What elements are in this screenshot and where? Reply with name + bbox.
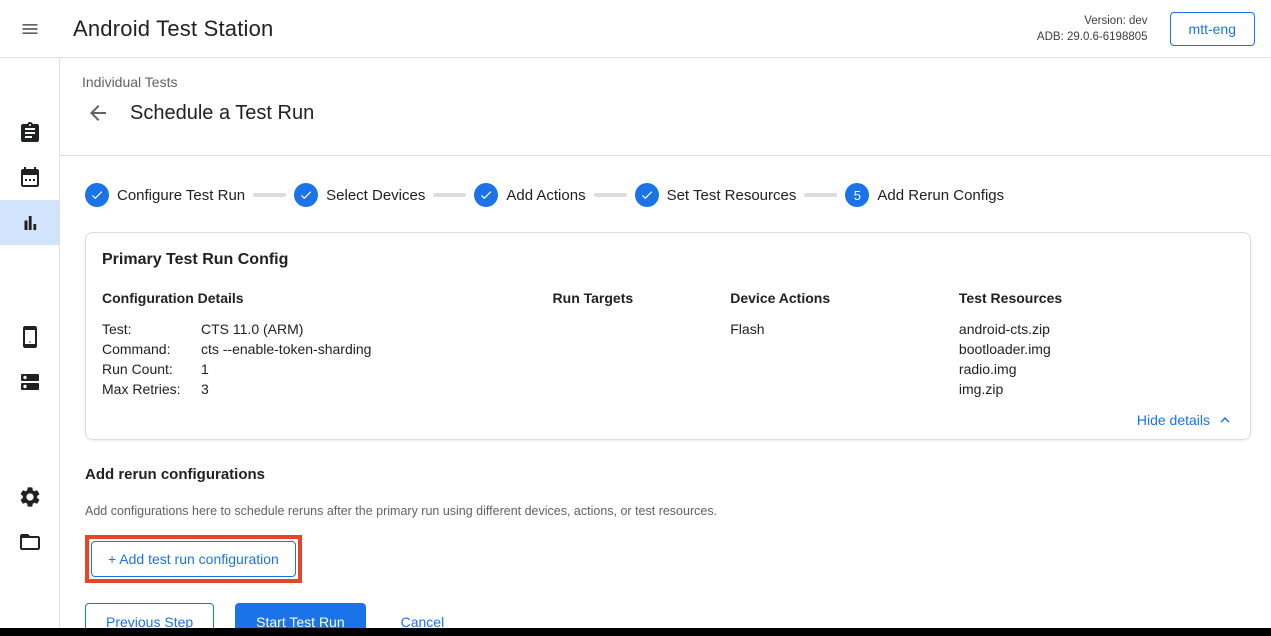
- device-actions-column: Device Actions Flash: [730, 290, 959, 399]
- chevron-up-icon: [1216, 411, 1234, 429]
- config-value: cts --enable-token-sharding: [201, 339, 553, 359]
- config-label: Test:: [102, 319, 201, 339]
- rerun-section-description: Add configurations here to schedule reru…: [85, 504, 1251, 518]
- sidebar-nav: [0, 58, 60, 628]
- step-done-badge: [294, 183, 318, 207]
- breadcrumb: Individual Tests: [82, 74, 1271, 90]
- config-row-test: Test: CTS 11.0 (ARM): [102, 319, 553, 339]
- version-line: Version: dev: [1037, 13, 1148, 29]
- step-connector: [594, 193, 627, 197]
- gear-icon: [18, 485, 42, 509]
- step-add-actions[interactable]: Add Actions: [474, 183, 585, 207]
- add-test-run-configuration-button[interactable]: + Add test run configuration: [91, 541, 296, 577]
- storage-icon: [18, 370, 42, 394]
- sidebar-item-test-plans[interactable]: [0, 155, 60, 200]
- step-label: Configure Test Run: [117, 187, 245, 204]
- run-targets-column: Run Targets: [553, 290, 731, 399]
- step-done-badge: [85, 183, 109, 207]
- sidebar-item-settings[interactable]: [0, 474, 60, 519]
- config-row-command: Command: cts --enable-token-sharding: [102, 339, 553, 359]
- config-label: Command:: [102, 339, 201, 359]
- config-value: 1: [201, 359, 553, 379]
- card-title: Primary Test Run Config: [102, 251, 1234, 269]
- page-header: Individual Tests Schedule a Test Run: [60, 58, 1271, 156]
- column-header: Configuration Details: [102, 290, 553, 306]
- step-label: Select Devices: [326, 187, 425, 204]
- step-connector: [433, 193, 466, 197]
- hide-details-label: Hide details: [1137, 412, 1210, 428]
- step-configure-test-run[interactable]: Configure Test Run: [85, 183, 245, 207]
- column-header: Run Targets: [553, 290, 731, 306]
- column-header: Test Resources: [959, 290, 1234, 306]
- config-row-run-count: Run Count: 1: [102, 359, 553, 379]
- test-resource-item: bootloader.img: [959, 339, 1234, 359]
- sidebar-item-hosts[interactable]: [0, 359, 60, 404]
- step-label: Set Test Resources: [667, 187, 797, 204]
- check-icon: [299, 188, 313, 202]
- step-label: Add Actions: [506, 187, 585, 204]
- clipboard-icon: [18, 121, 42, 145]
- sidebar-item-file-browser[interactable]: [0, 519, 60, 564]
- bottom-edge-bar: [0, 628, 1271, 636]
- column-header: Device Actions: [730, 290, 959, 306]
- config-value: CTS 11.0 (ARM): [201, 319, 553, 339]
- sidebar-item-test-runs[interactable]: [0, 200, 60, 245]
- check-icon: [640, 188, 654, 202]
- page-title: Schedule a Test Run: [130, 102, 314, 125]
- version-info: Version: dev ADB: 29.0.6-6198805: [1037, 13, 1148, 45]
- smartphone-icon: [18, 325, 42, 349]
- adb-version-line: ADB: 29.0.6-6198805: [1037, 29, 1148, 45]
- config-label: Max Retries:: [102, 379, 201, 399]
- calendar-icon: [18, 166, 42, 190]
- step-select-devices[interactable]: Select Devices: [294, 183, 425, 207]
- sidebar-item-devices[interactable]: [0, 314, 60, 359]
- step-label: Add Rerun Configs: [877, 187, 1004, 204]
- hamburger-menu-button[interactable]: [0, 0, 60, 58]
- step-number-badge: 5: [845, 183, 869, 207]
- sidebar-item-tests[interactable]: [0, 110, 60, 155]
- step-set-test-resources[interactable]: Set Test Resources: [635, 183, 797, 207]
- test-resource-item: img.zip: [959, 379, 1234, 399]
- check-icon: [479, 188, 493, 202]
- step-connector: [804, 193, 837, 197]
- config-row-max-retries: Max Retries: 3: [102, 379, 553, 399]
- app-bar: Android Test Station Version: dev ADB: 2…: [0, 0, 1271, 58]
- step-connector: [253, 193, 286, 197]
- config-label: Run Count:: [102, 359, 201, 379]
- hide-details-button[interactable]: Hide details: [1137, 411, 1234, 429]
- bar-chart-icon: [18, 211, 42, 235]
- folder-icon: [18, 530, 42, 554]
- step-add-rerun-configs[interactable]: 5 Add Rerun Configs: [845, 183, 1004, 207]
- hamburger-icon: [20, 19, 40, 39]
- arrow-back-icon: [86, 101, 110, 125]
- back-button[interactable]: [84, 99, 112, 127]
- step-done-badge: [635, 183, 659, 207]
- account-button[interactable]: mtt-eng: [1170, 12, 1255, 46]
- configuration-details-column: Configuration Details Test: CTS 11.0 (AR…: [102, 290, 553, 399]
- config-value: 3: [201, 379, 553, 399]
- test-resource-item: android-cts.zip: [959, 319, 1234, 339]
- rerun-section-title: Add rerun configurations: [85, 466, 1251, 483]
- attention-highlight-box: + Add test run configuration: [85, 535, 302, 583]
- test-resources-column: Test Resources android-cts.zip bootloade…: [959, 290, 1234, 399]
- stepper: Configure Test Run Select Devices Add Ac…: [85, 183, 1251, 207]
- app-title: Android Test Station: [73, 16, 274, 42]
- primary-test-run-config-card: Primary Test Run Config Configuration De…: [85, 232, 1251, 440]
- android-test-station-window: Android Test Station Version: dev ADB: 2…: [0, 0, 1271, 636]
- check-icon: [90, 188, 104, 202]
- step-done-badge: [474, 183, 498, 207]
- test-resource-item: radio.img: [959, 359, 1234, 379]
- device-action-item: Flash: [730, 319, 959, 339]
- main-content: Individual Tests Schedule a Test Run Con: [60, 58, 1271, 628]
